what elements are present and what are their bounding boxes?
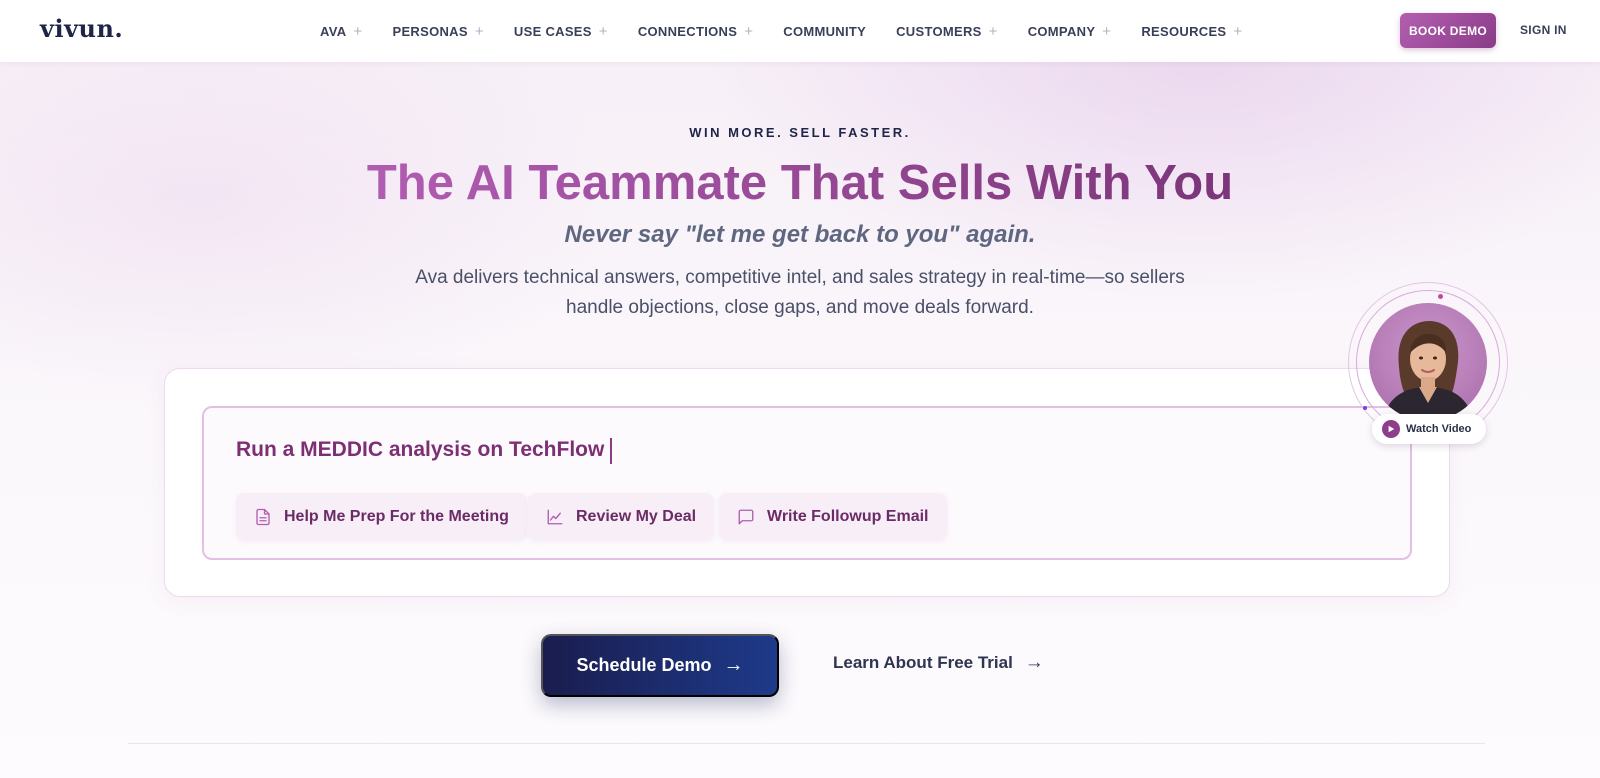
orbit-dot — [1363, 406, 1367, 410]
nav-item-connections[interactable]: CONNECTIONS + — [638, 23, 753, 40]
avatar — [1369, 303, 1487, 421]
nav-item-customers[interactable]: CUSTOMERS + — [896, 23, 998, 40]
nav-item-company[interactable]: COMPANY + — [1028, 23, 1112, 40]
prompt-text: Run a MEDDIC analysis on TechFlow — [236, 438, 605, 461]
nav-item-label: CUSTOMERS — [896, 23, 982, 39]
chat-bubble-icon — [738, 509, 754, 524]
orbit-dot — [1438, 294, 1443, 299]
top-navigation: vivun. AVA + PERSONAS + USE CASES + CONN… — [0, 0, 1600, 62]
play-icon — [1382, 420, 1400, 438]
nav-item-resources[interactable]: RESOURCES + — [1141, 23, 1242, 40]
plus-icon: + — [1102, 22, 1112, 40]
free-trial-link[interactable]: Learn About Free Trial → — [833, 652, 1044, 674]
nav-item-ava[interactable]: AVA + — [320, 23, 362, 40]
watch-video-button[interactable]: Watch Video — [1372, 414, 1486, 444]
arrow-right-icon: → — [1024, 652, 1044, 673]
nav-item-use-cases[interactable]: USE CASES + — [514, 23, 608, 40]
nav-item-label: USE CASES — [513, 23, 592, 39]
document-icon — [256, 508, 270, 525]
nav-item-personas[interactable]: PERSONAS + — [392, 23, 483, 40]
hero-description: Ava delivers technical answers, competit… — [415, 267, 1185, 318]
nav-item-community[interactable]: COMMUNITY — [783, 24, 866, 39]
sign-in-link[interactable]: SIGN IN — [1520, 23, 1567, 37]
schedule-demo-button[interactable]: Schedule Demo → — [541, 634, 779, 697]
nav-item-label: RESOURCES — [1141, 23, 1227, 39]
nav-item-label: COMPANY — [1027, 23, 1096, 39]
plus-icon: + — [353, 22, 363, 40]
hero-eyebrow: WIN MORE. SELL FASTER. — [689, 125, 911, 140]
person-portrait-icon — [1383, 321, 1473, 421]
text-cursor — [610, 438, 612, 464]
plus-icon: + — [988, 22, 998, 40]
hero-subhead: Never say "let me get back to you" again… — [564, 221, 1036, 248]
free-trial-label: Learn About Free Trial — [833, 653, 1013, 672]
nav-menu: AVA + PERSONAS + USE CASES + CONNECTIONS… — [320, 0, 1272, 62]
nav-item-label: COMMUNITY — [783, 23, 867, 39]
nav-item-label: AVA — [320, 23, 347, 39]
chip-followup-email[interactable]: Write Followup Email — [719, 493, 947, 540]
watch-video-label: Watch Video — [1406, 423, 1472, 435]
book-demo-button[interactable]: BOOK DEMO — [1400, 13, 1496, 48]
chip-label: Review My Deal — [576, 507, 697, 525]
headline-text: The AI Teammate That Sells With You — [366, 156, 1234, 210]
schedule-demo-label: Schedule Demo — [576, 655, 712, 675]
prompt-input[interactable]: Run a MEDDIC analysis on TechFlow Help M… — [202, 406, 1412, 560]
nav-item-label: CONNECTIONS — [637, 23, 738, 39]
chip-label: Write Followup Email — [767, 507, 929, 525]
plus-icon: + — [744, 22, 754, 40]
chart-line-icon — [547, 509, 563, 524]
plus-icon: + — [598, 22, 608, 40]
chip-review-deal[interactable]: Review My Deal — [528, 493, 715, 540]
hero-headline: The AI Teammate That Sells With You — [0, 155, 1600, 211]
plus-icon: + — [474, 22, 484, 40]
section-divider — [128, 743, 1485, 744]
brand-logo[interactable]: vivun. — [40, 14, 123, 43]
arrow-right-icon: → — [723, 654, 744, 676]
nav-item-label: PERSONAS — [392, 23, 468, 39]
chip-label: Help Me Prep For the Meeting — [284, 507, 509, 525]
plus-icon: + — [1233, 22, 1243, 40]
chip-prep-meeting[interactable]: Help Me Prep For the Meeting — [236, 493, 527, 540]
